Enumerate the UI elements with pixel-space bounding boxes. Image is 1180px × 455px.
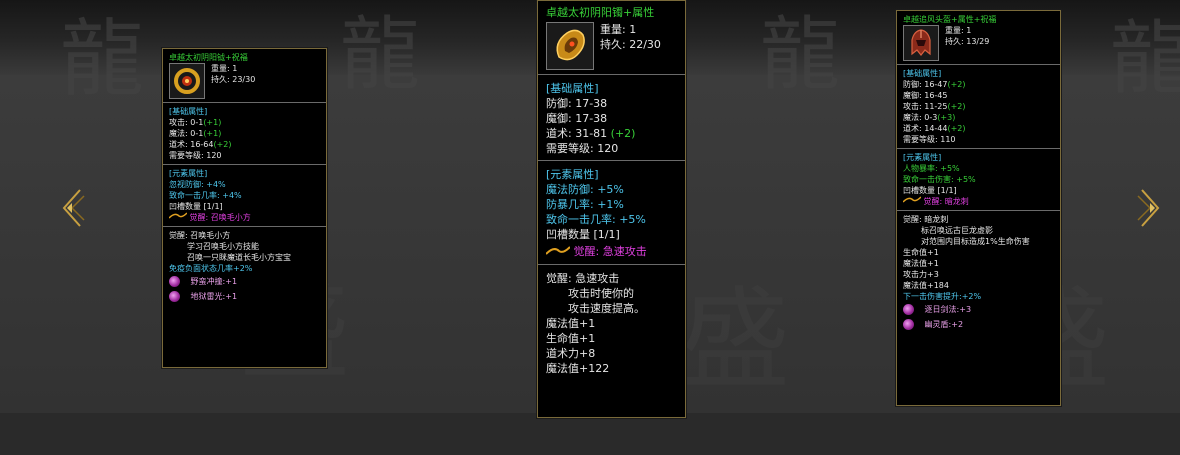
elem-attr-line: 防暴几率: +1% — [546, 198, 624, 211]
background-calligraphy: 盛 — [680, 276, 790, 404]
flame-icon — [168, 212, 188, 223]
chevron-right-icon[interactable] — [1136, 186, 1164, 230]
gold-ring-item-icon — [169, 63, 205, 99]
extra-attr: 生命值+1 — [546, 331, 596, 345]
base-attr-line: 需要等级: 120 — [169, 151, 222, 160]
item-weight: 重量: 1 — [600, 23, 637, 36]
purple-gem-icon — [903, 319, 914, 330]
background-calligraphy: 龍 — [760, 8, 840, 101]
extra-attr: 道术力+8 — [546, 346, 596, 360]
base-attr-line: 魔法: 0-3(+3) — [903, 113, 956, 122]
extra-attr: 生命值+1 — [903, 248, 939, 257]
slot-count: 凹槽数量 [1/1] — [546, 228, 620, 241]
base-attr-header: [基础属性] — [169, 107, 208, 116]
awaken-desc: 觉醒: 召唤毛小方 — [169, 231, 231, 240]
purple-gem-icon — [903, 304, 914, 315]
background-calligraphy: 龍 — [1110, 12, 1180, 105]
elem-attr-header: [元素属性] — [903, 153, 942, 162]
red-helmet-item-icon — [903, 25, 939, 61]
base-attr-line: 需要等级: 120 — [546, 142, 619, 155]
purple-gem-icon — [169, 291, 180, 302]
extra-attr: 魔法值+1 — [903, 259, 939, 268]
elem-attr-line: 人物暴率: +5% — [903, 164, 960, 173]
item-name: 卓越太初阴阳钺+祝福 — [169, 53, 248, 62]
extra-attr: 魔法值+122 — [546, 361, 610, 375]
elem-attr-header: [元素属性] — [169, 169, 208, 178]
elem-attr-header: [元素属性] — [546, 168, 599, 181]
base-attr-line: 道术: 14-44(+2) — [903, 124, 966, 133]
elem-attr-line: 致命一击几率: +4% — [169, 191, 242, 200]
base-attr-line: 防御: 16-47(+2) — [903, 80, 966, 89]
extra-attr: 魔法值+1 — [546, 316, 596, 330]
slot-count: 凹槽数量 [1/1] — [903, 186, 957, 195]
gem-line: 幽灵盾:+2 — [903, 319, 1054, 330]
extra-attr: 攻击力+3 — [903, 270, 939, 279]
item-name: 卓越追风头盔+属性+祝福 — [903, 15, 997, 24]
gem-line: 地狱雷光:+1 — [169, 291, 320, 302]
item-durability: 持久: 13/29 — [945, 37, 990, 46]
item-tooltip-ring: 卓越太初阴阳钺+祝福 重量: 1 持久: 23/30 [基础属性] 攻击: 0-… — [162, 48, 327, 368]
base-attr-line: 道术: 31-81 (+2) — [546, 127, 636, 140]
elem-attr-line: 致命一击伤害: +5% — [903, 175, 976, 184]
awaken-desc: 攻击时使你的 — [568, 286, 634, 300]
base-attr-line: 防御: 17-38 — [546, 97, 608, 110]
base-attr-line: 攻击: 11-25(+2) — [903, 102, 966, 111]
base-attr-header: [基础属性] — [903, 69, 942, 78]
awaken-desc: 觉醒: 急速攻击 — [546, 271, 620, 285]
flame-icon — [545, 245, 571, 260]
bottom-band — [0, 413, 1180, 455]
awaken-desc: 召唤一只眯魔道长毛小方宝宝 — [187, 253, 291, 262]
awaken-desc: 攻击速度提高。 — [568, 301, 645, 315]
extra-attr: 免疫负面状态几率+2% — [169, 264, 253, 273]
awaken-desc: 学习召唤毛小方技能 — [187, 242, 259, 251]
extra-attr: 下一击伤害提升:+2% — [903, 292, 982, 301]
base-attr-header: [基础属性] — [546, 82, 599, 95]
item-name: 卓越太初阴阳镯+属性 — [546, 6, 655, 19]
background-calligraphy: 龍 — [340, 8, 420, 101]
gold-bracelet-item-icon — [546, 22, 594, 70]
awaken-tag: 觉醒: 急速攻击 — [545, 244, 677, 260]
base-attr-line: 魔法: 0-1(+1) — [169, 129, 222, 138]
item-weight: 重量: 1 — [945, 26, 972, 35]
gem-line: 野蛮冲撞:+1 — [169, 276, 320, 287]
base-attr-line: 道术: 16-64(+2) — [169, 140, 232, 149]
awaken-tag: 觉醒: 暗龙刺 — [902, 196, 1054, 207]
chevron-left-icon[interactable] — [58, 186, 86, 230]
elem-attr-line: 致命一击几率: +5% — [546, 213, 646, 226]
background-calligraphy: 龍 — [60, 10, 145, 108]
elem-attr-line: 忽视防御: +4% — [169, 180, 226, 189]
item-tooltip-helmet: 卓越追风头盔+属性+祝福 重量: 1 持久: 13/29 [基础属性] 防御: … — [896, 10, 1061, 406]
flame-icon — [902, 196, 922, 207]
awaken-desc: 标召唤远古巨龙虚影 — [921, 226, 993, 235]
slot-count: 凹槽数量 [1/1] — [169, 202, 223, 211]
awaken-desc: 觉醒: 暗龙刺 — [903, 215, 949, 224]
item-durability: 持久: 23/30 — [211, 75, 256, 84]
elem-attr-line: 魔法防御: +5% — [546, 183, 624, 196]
base-attr-line: 魔御: 16-45 — [903, 91, 948, 100]
base-attr-line: 魔御: 17-38 — [546, 112, 608, 125]
gem-line: 逐日剑法:+3 — [903, 304, 1054, 315]
item-weight: 重量: 1 — [211, 64, 238, 73]
extra-attr: 魔法值+184 — [903, 281, 949, 290]
awaken-desc: 对范围内目标造成1%生命伤害 — [921, 237, 1030, 246]
item-tooltip-bracelet: 卓越太初阴阳镯+属性 重量: 1 持久: 22/30 [基础属性] 防御: 17… — [537, 0, 686, 418]
item-durability: 持久: 22/30 — [600, 38, 661, 51]
base-attr-line: 攻击: 0-1(+1) — [169, 118, 222, 127]
base-attr-line: 需要等级: 110 — [903, 135, 956, 144]
purple-gem-icon — [169, 276, 180, 287]
awaken-tag: 觉醒: 召唤毛小方 — [168, 212, 320, 223]
